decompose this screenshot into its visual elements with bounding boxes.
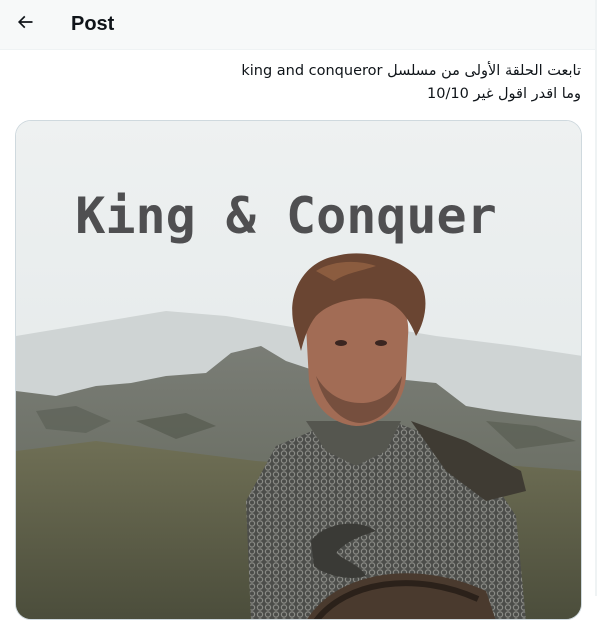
tweet-line: وما اقدر اقول غير 10/10 [427,86,581,102]
poster-title: King & Conquer [75,187,496,245]
top-bar: Post [0,0,597,50]
tweet-line: تابعت الحلقة الأولى من مسلسل king and co… [241,63,581,79]
page-title: Post [71,13,115,35]
back-button[interactable] [8,8,42,42]
tweet-text: تابعت الحلقة الأولى من مسلسل king and co… [21,60,581,106]
arrow-left-icon [15,12,35,37]
show-poster-image: King & Conquer [16,121,581,619]
tweet-media-image[interactable]: King & Conquer [15,120,582,620]
